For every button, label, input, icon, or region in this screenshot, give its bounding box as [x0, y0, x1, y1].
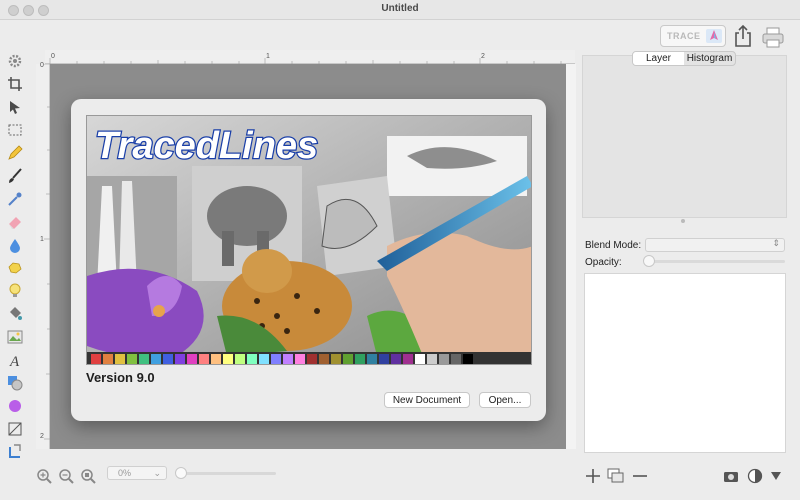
fill-icon[interactable] — [4, 234, 26, 256]
svg-text:A: A — [9, 354, 20, 368]
gear-icon[interactable] — [4, 50, 26, 72]
chevron-down-icon: ⌄ — [153, 468, 161, 478]
ruler-mark: 1 — [266, 53, 270, 60]
shapes-icon[interactable] — [4, 372, 26, 394]
brush-icon[interactable] — [4, 165, 26, 187]
share-icon[interactable] — [733, 24, 753, 48]
zoom-level-select[interactable]: 0% ⌄ — [107, 466, 167, 480]
ruler-mark: 2 — [40, 433, 44, 440]
zoom-out-icon[interactable] — [58, 468, 74, 484]
camera-icon[interactable] — [721, 466, 741, 486]
duplicate-layer-icon[interactable] — [606, 466, 626, 486]
add-layer-icon[interactable] — [583, 466, 603, 486]
title-bar: Untitled — [0, 0, 800, 20]
eraser-icon[interactable] — [4, 211, 26, 233]
open-button[interactable]: Open... — [479, 392, 531, 408]
print-icon[interactable] — [762, 26, 784, 48]
tab-layer[interactable]: Layer — [633, 52, 684, 65]
trace-button[interactable]: TRACE — [660, 25, 726, 47]
zoom-in-icon[interactable] — [36, 468, 52, 484]
remove-layer-icon[interactable] — [630, 466, 650, 486]
eyedropper-icon[interactable] — [4, 188, 26, 210]
marquee-icon[interactable] — [4, 119, 26, 141]
panel-resize-handle[interactable] — [681, 219, 685, 223]
inspector-tabs: Layer Histogram — [632, 51, 736, 66]
lasso-icon[interactable] — [4, 257, 26, 279]
tab-histogram[interactable]: Histogram — [684, 52, 735, 65]
ruler-mark: 0 — [51, 53, 55, 60]
inspector-preview-panel — [582, 55, 787, 218]
trace-label: TRACE — [667, 31, 701, 41]
zoom-slider-knob[interactable] — [175, 467, 187, 479]
crop-icon[interactable] — [4, 73, 26, 95]
triangle-down-icon[interactable] — [766, 466, 786, 486]
pencil-icon[interactable] — [4, 142, 26, 164]
chevron-updown-icon: ⇕ — [772, 238, 780, 248]
rotate-icon[interactable] — [4, 441, 26, 463]
text-icon[interactable]: A — [4, 349, 26, 371]
zoom-fit-icon[interactable] — [80, 468, 96, 484]
window-title: Untitled — [381, 3, 419, 14]
arrow-icon[interactable] — [4, 96, 26, 118]
splash-artwork: TracedLines — [86, 115, 532, 365]
opacity-slider-track[interactable] — [648, 260, 785, 263]
splash-logo-text: TracedLines — [95, 125, 318, 167]
splash-dialog: TracedLines Version 9.0 New Document Ope… — [71, 99, 546, 421]
opacity-slider-knob[interactable] — [643, 255, 655, 267]
tool-palette: A — [4, 50, 28, 464]
color-icon[interactable] — [4, 395, 26, 417]
new-document-button[interactable]: New Document — [384, 392, 470, 408]
horizontal-ruler: 0 1 2 — [45, 50, 575, 64]
contrast-icon[interactable] — [745, 466, 765, 486]
transform-icon[interactable] — [4, 418, 26, 440]
vertical-ruler: 0 1 2 — [36, 62, 50, 449]
layers-list[interactable] — [584, 273, 786, 453]
ruler-mark: 2 — [481, 53, 485, 60]
canvas-scrollbar[interactable] — [566, 64, 576, 449]
bucket-icon[interactable] — [4, 303, 26, 325]
blend-mode-select[interactable]: ⇕ — [645, 238, 785, 252]
ruler-mark: 1 — [40, 236, 44, 243]
image-icon[interactable] — [4, 326, 26, 348]
ruler-mark: 0 — [40, 62, 44, 69]
opacity-label: Opacity: — [585, 257, 622, 268]
trace-logo-icon — [705, 29, 722, 43]
zoom-level-value: 0% — [118, 468, 132, 478]
zoom-slider-track[interactable] — [180, 472, 276, 475]
blend-mode-label: Blend Mode: — [585, 240, 642, 251]
bulb-icon[interactable] — [4, 280, 26, 302]
version-label: Version 9.0 — [86, 370, 155, 385]
